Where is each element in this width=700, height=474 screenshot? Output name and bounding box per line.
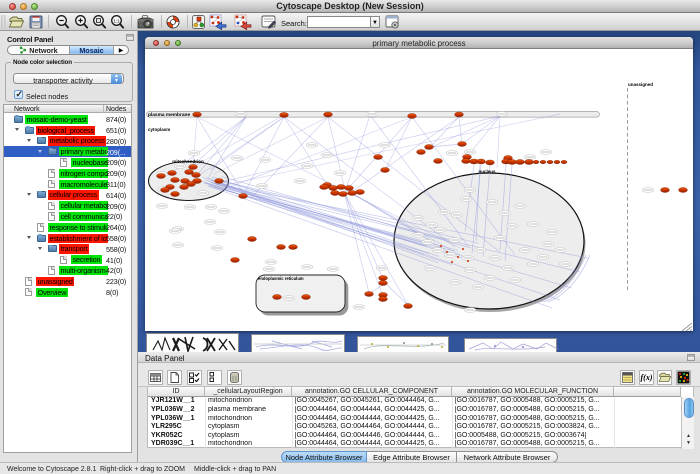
svg-text:mitochondrion: mitochondrion [172,159,204,164]
svg-text:cytoplasm: cytoplasm [148,127,170,132]
svg-text:1:1: 1:1 [113,18,120,23]
svg-text:endoplasmic reticulum: endoplasmic reticulum [258,276,304,281]
svg-text:plasma membrane: plasma membrane [148,112,190,118]
svg-text:nucleus: nucleus [478,169,496,174]
svg-text:unassigned: unassigned [628,82,653,87]
